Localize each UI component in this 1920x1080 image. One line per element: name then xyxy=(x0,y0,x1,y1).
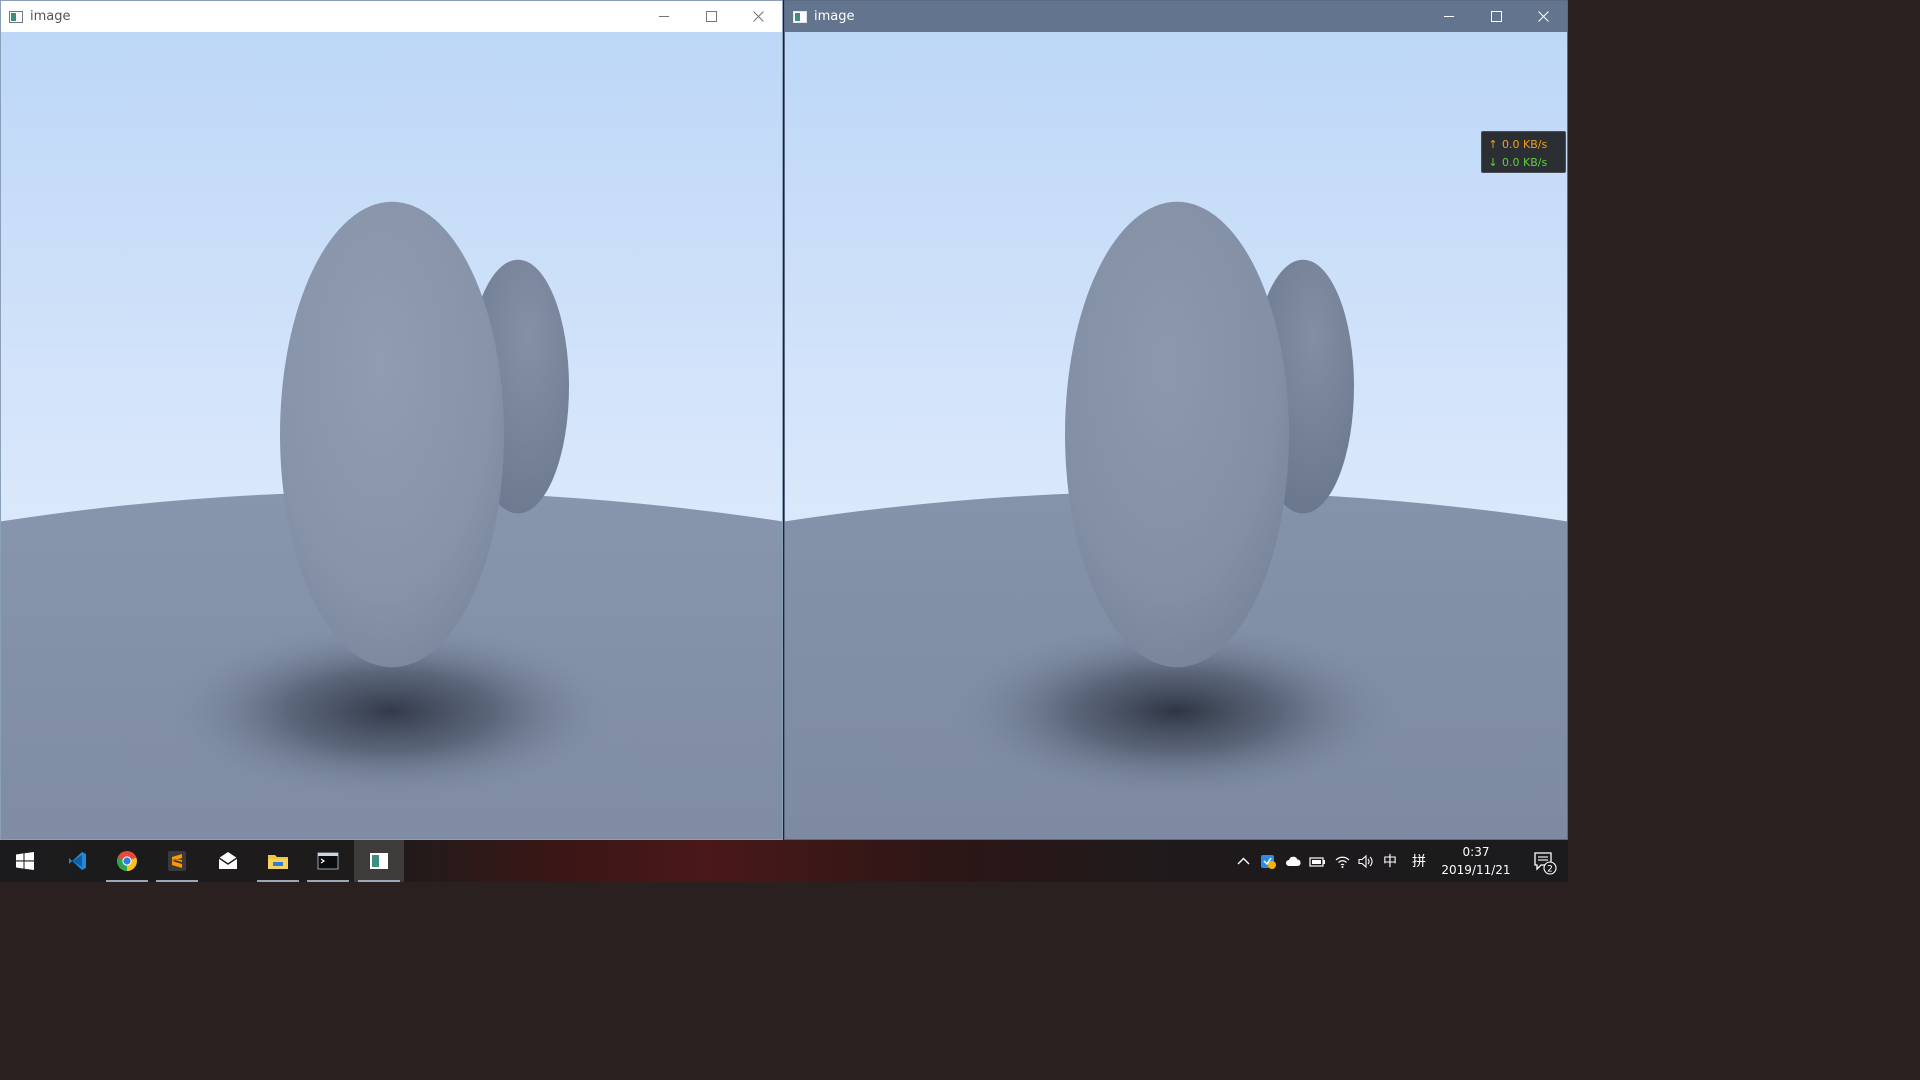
minimize-icon xyxy=(659,16,669,17)
folder-icon xyxy=(268,855,288,869)
notification-icon: 2 xyxy=(1534,852,1557,875)
arrow-down-icon: ↓ xyxy=(1488,155,1498,169)
taskbar-app-vscode[interactable] xyxy=(52,840,102,882)
battery-icon xyxy=(1308,856,1325,867)
tray-onedrive[interactable] xyxy=(1283,850,1303,872)
tray-weather-app[interactable] xyxy=(1258,850,1278,872)
image-window-icon xyxy=(370,853,388,869)
arrow-up-icon: ↑ xyxy=(1488,137,1498,151)
clock[interactable]: 0:37 2019/11/21 xyxy=(1432,843,1520,881)
network-speed-widget[interactable]: ↑ 0.0 KB/s ↓ 0.0 KB/s xyxy=(1481,131,1566,173)
volume-icon xyxy=(1357,854,1372,868)
download-speed-row: ↓ 0.0 KB/s xyxy=(1488,153,1565,171)
rendered-scene-image xyxy=(1,32,782,839)
image-window-left[interactable]: image xyxy=(0,0,783,840)
wifi-icon xyxy=(1335,856,1349,868)
clock-date: 2019/11/21 xyxy=(1441,863,1511,877)
minimize-button[interactable] xyxy=(641,1,688,32)
start-button[interactable] xyxy=(0,840,50,882)
sublime-icon xyxy=(168,851,186,871)
titlebar[interactable]: image xyxy=(785,1,1567,32)
clock-time: 0:37 xyxy=(1462,845,1490,859)
tray-battery[interactable] xyxy=(1307,850,1327,872)
taskbar-app-mail[interactable] xyxy=(203,840,253,882)
mail-icon xyxy=(218,852,238,869)
close-icon xyxy=(1538,11,1549,22)
weather-app-icon xyxy=(1260,854,1276,869)
vscode-icon xyxy=(69,852,86,870)
ime-language-button[interactable]: 中 xyxy=(1380,850,1400,872)
image-window-icon xyxy=(793,10,807,23)
terminal-icon xyxy=(317,852,339,870)
notification-count: 2 xyxy=(1547,865,1553,875)
maximize-icon xyxy=(1491,11,1502,22)
action-center-button[interactable]: 2 xyxy=(1520,840,1568,882)
minimize-button[interactable] xyxy=(1426,1,1473,32)
close-button[interactable] xyxy=(735,1,782,32)
taskbar-app-image-viewer[interactable] xyxy=(354,840,404,882)
close-icon xyxy=(753,11,764,22)
tray-volume[interactable] xyxy=(1355,850,1375,872)
taskbar-app-terminal[interactable] xyxy=(303,840,353,882)
image-window-icon xyxy=(9,10,23,23)
taskbar-app-file-explorer[interactable] xyxy=(253,840,303,882)
upload-speed: 0.0 KB/s xyxy=(1502,137,1548,151)
maximize-button[interactable] xyxy=(688,1,735,32)
render-canvas xyxy=(785,32,1567,839)
minimize-icon xyxy=(1444,16,1454,17)
render-canvas xyxy=(1,32,782,839)
taskbar-app-sublime[interactable] xyxy=(152,840,202,882)
show-hidden-icons-button[interactable] xyxy=(1233,850,1253,872)
chevron-up-icon xyxy=(1237,857,1249,864)
windows-logo-icon xyxy=(16,852,34,870)
ime-mode-button[interactable]: 拼 xyxy=(1409,850,1429,872)
titlebar[interactable]: image xyxy=(1,1,782,32)
download-speed: 0.0 KB/s xyxy=(1502,155,1548,169)
taskbar-app-chrome[interactable] xyxy=(102,840,152,882)
upload-speed-row: ↑ 0.0 KB/s xyxy=(1488,135,1565,153)
window-title: image xyxy=(30,9,71,24)
onedrive-cloud-icon xyxy=(1285,856,1301,866)
rendered-scene-image xyxy=(785,32,1567,839)
maximize-icon xyxy=(706,11,717,22)
maximize-button[interactable] xyxy=(1473,1,1520,32)
taskbar: 中 拼 0:37 2019/11/21 2 xyxy=(0,840,1568,882)
tray-wifi[interactable] xyxy=(1332,850,1352,872)
image-window-right[interactable]: image xyxy=(784,0,1568,840)
window-title: image xyxy=(814,9,855,24)
close-button[interactable] xyxy=(1520,1,1567,32)
chrome-icon xyxy=(117,851,137,871)
